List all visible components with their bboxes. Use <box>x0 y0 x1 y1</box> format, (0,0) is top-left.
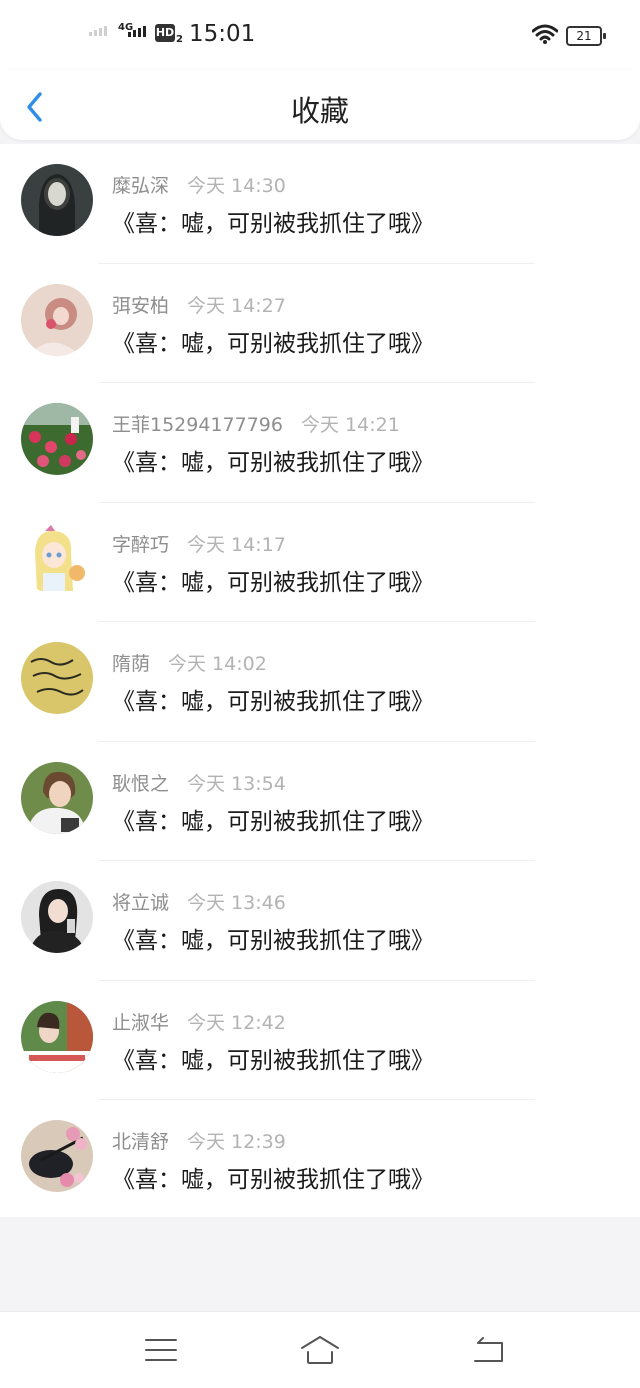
list-item[interactable]: 字醉巧 今天 14:17 《喜：嘘，可别被我抓住了哦》 <box>0 503 640 622</box>
title-bar: 收藏 <box>0 70 640 140</box>
list-item[interactable]: 糜弘深 今天 14:30 《喜：嘘，可别被我抓住了哦》 <box>0 144 640 264</box>
item-content: 《喜：嘘，可别被我抓住了哦》 <box>112 569 434 596</box>
user-name: 将立诚 <box>112 892 170 914</box>
item-content: 《喜：嘘，可别被我抓住了哦》 <box>112 928 434 954</box>
list-item[interactable]: 弭安柏 今天 14:27 《喜：嘘，可别被我抓住了哦》 <box>0 264 640 383</box>
item-meta: 北清舒 今天 12:39 <box>112 1127 286 1154</box>
list-item[interactable]: 北清舒 今天 12:39 《喜：嘘，可别被我抓住了哦》 <box>0 1100 640 1220</box>
item-content: 《喜：嘘，可别被我抓住了哦》 <box>112 450 434 476</box>
avatar[interactable] <box>21 1000 93 1073</box>
user-name: 王菲15294177796 <box>112 414 283 436</box>
hd-voice-icon: HD <box>155 24 175 42</box>
list-item[interactable]: 耿恨之 今天 13:54 《喜：嘘，可别被我抓住了哦》 <box>0 742 640 861</box>
timestamp: 今天 12:42 <box>187 1011 286 1034</box>
user-name: 隋荫 <box>112 653 151 675</box>
page-title: 收藏 <box>290 94 349 128</box>
item-content: 《喜：嘘，可别被我抓住了哦》 <box>112 808 434 835</box>
avatar[interactable] <box>21 164 93 236</box>
list-item[interactable]: 隋荫 今天 14:02 《喜：嘘，可别被我抓住了哦》 <box>0 622 640 742</box>
signal-sim1-icon <box>89 26 107 36</box>
avatar[interactable] <box>21 881 93 953</box>
timestamp: 今天 12:39 <box>187 1131 286 1153</box>
timestamp: 今天 13:46 <box>187 892 286 914</box>
timestamp: 今天 14:30 <box>187 175 286 197</box>
battery-level: 21 <box>576 29 592 43</box>
item-meta: 隋荫 今天 14:02 <box>112 649 267 676</box>
item-meta: 糜弘深 今天 14:30 <box>112 171 286 198</box>
item-meta: 耿恨之 今天 13:54 <box>112 769 286 796</box>
avatar[interactable] <box>21 1120 93 1192</box>
hd-voice-sim-number: 2 <box>176 34 183 45</box>
timestamp: 今天 14:02 <box>168 653 267 675</box>
home-icon[interactable] <box>300 1334 340 1366</box>
menu-icon[interactable] <box>141 1334 181 1366</box>
avatar[interactable] <box>21 283 93 356</box>
timestamp: 今天 14:21 <box>300 414 400 436</box>
avatar[interactable] <box>21 522 93 595</box>
item-content: 《喜：嘘，可别被我抓住了哦》 <box>112 211 434 237</box>
item-meta: 止淑华 今天 12:42 <box>112 1008 286 1035</box>
signal-sim2-icon <box>128 26 146 37</box>
item-meta: 王菲15294177796 今天 14:21 <box>112 410 400 437</box>
user-name: 止淑华 <box>112 1011 170 1034</box>
item-meta: 将立诚 今天 13:46 <box>112 888 286 915</box>
user-name: 糜弘深 <box>112 175 170 197</box>
user-name: 字醉巧 <box>112 533 170 556</box>
user-name: 弭安柏 <box>112 294 170 317</box>
list-item[interactable]: 止淑华 今天 12:42 《喜：嘘，可别被我抓住了哦》 <box>0 981 640 1100</box>
wifi-icon <box>532 24 558 44</box>
timestamp: 今天 14:27 <box>187 294 286 317</box>
user-name: 耿恨之 <box>112 772 170 795</box>
user-name: 北清舒 <box>112 1131 170 1153</box>
list-item[interactable]: 王菲15294177796 今天 14:21 《喜：嘘，可别被我抓住了哦》 <box>0 383 640 503</box>
avatar[interactable] <box>21 642 93 714</box>
back-icon[interactable] <box>469 1334 509 1366</box>
list-item[interactable]: 将立诚 今天 13:46 《喜：嘘，可别被我抓住了哦》 <box>0 861 640 981</box>
clock: 15:01 <box>189 21 256 47</box>
status-bar: 4G HD 2 15:01 21 <box>0 0 640 70</box>
battery-icon: 21 <box>566 26 606 46</box>
item-meta: 字醉巧 今天 14:17 <box>112 530 286 557</box>
system-nav-bar <box>0 1311 640 1388</box>
avatar[interactable] <box>21 761 93 834</box>
favorites-list: 糜弘深 今天 14:30 《喜：嘘，可别被我抓住了哦》 弭安柏 今天 14:27 《… <box>0 144 640 1217</box>
item-content: 《喜：嘘，可别被我抓住了哦》 <box>112 330 434 357</box>
timestamp: 今天 14:17 <box>187 533 286 556</box>
item-content: 《喜：嘘，可别被我抓住了哦》 <box>112 1047 434 1074</box>
item-content: 《喜：嘘，可别被我抓住了哦》 <box>112 689 434 715</box>
item-content: 《喜：嘘，可别被我抓住了哦》 <box>112 1167 434 1193</box>
item-meta: 弭安柏 今天 14:27 <box>112 291 286 318</box>
avatar[interactable] <box>21 403 93 475</box>
timestamp: 今天 13:54 <box>187 772 286 795</box>
